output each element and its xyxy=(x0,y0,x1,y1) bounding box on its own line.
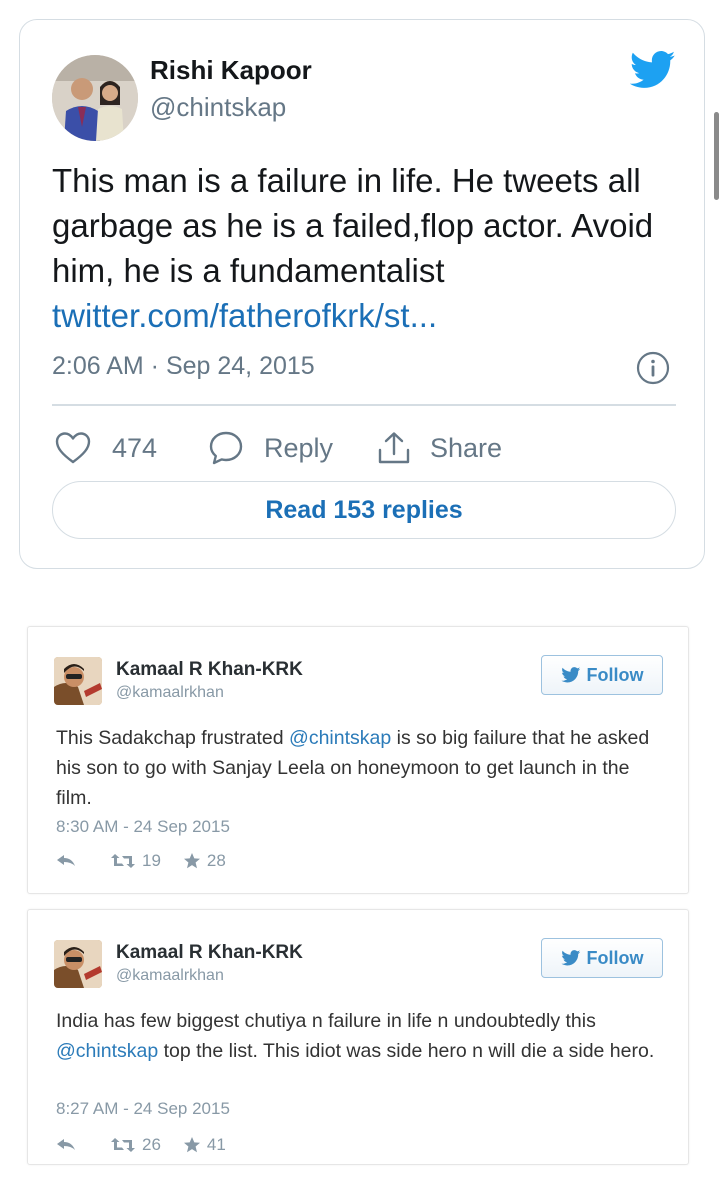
mention-link[interactable]: @chintskap xyxy=(56,1040,158,1062)
author-handle[interactable]: @kamaalrkhan xyxy=(116,967,224,985)
retweet-icon xyxy=(111,1138,135,1152)
tweet-actions: 26 41 xyxy=(56,1135,226,1155)
mention-link[interactable]: @chintskap xyxy=(289,727,391,749)
reply-arrow-icon[interactable] xyxy=(56,854,76,868)
author-name[interactable]: Kamaal R Khan-KRK xyxy=(116,659,303,681)
share-button[interactable]: Share xyxy=(376,426,502,470)
follow-label: Follow xyxy=(586,947,644,968)
author-handle[interactable]: @chintskap xyxy=(150,92,286,123)
tweet-text-start: India has few biggest chutiya n failure … xyxy=(56,1010,596,1032)
author-name[interactable]: Rishi Kapoor xyxy=(150,55,312,86)
follow-button[interactable]: Follow xyxy=(541,655,663,695)
author-name[interactable]: Kamaal R Khan-KRK xyxy=(116,942,303,964)
reply-label: Reply xyxy=(264,432,334,463)
tweet-text: This man is a failure in life. He tweets… xyxy=(52,162,654,289)
divider xyxy=(52,404,676,406)
like-button[interactable]: 474 xyxy=(54,426,157,470)
tweet-text-start: This Sadakchap frustrated xyxy=(56,727,290,749)
tweet-text: India has few biggest chutiya n failure … xyxy=(56,1006,666,1066)
tweet-text-end: top the list. This idiot was side hero n… xyxy=(158,1040,655,1062)
retweet-icon xyxy=(111,854,135,868)
twitter-bird-icon xyxy=(560,950,580,966)
author-avatar[interactable] xyxy=(52,55,138,141)
reply-bubble-icon[interactable] xyxy=(208,430,244,466)
retweet-button[interactable]: 19 xyxy=(110,851,161,871)
read-replies-button[interactable]: Read 153 replies xyxy=(52,481,676,539)
star-icon xyxy=(183,1137,200,1153)
author-handle[interactable]: @kamaalrkhan xyxy=(116,684,224,702)
retweet-count: 19 xyxy=(142,851,161,870)
retweet-button[interactable]: 26 xyxy=(110,1135,161,1155)
retweet-count: 26 xyxy=(142,1135,161,1154)
tweet-timestamp[interactable]: 2:06 AM · Sep 24, 2015 xyxy=(52,352,315,381)
scrollbar[interactable] xyxy=(714,112,719,200)
twitter-bird-icon xyxy=(560,667,580,683)
favorite-count: 41 xyxy=(206,1135,226,1154)
favorite-button[interactable]: 41 xyxy=(183,1135,226,1155)
heart-icon[interactable] xyxy=(54,431,92,465)
reply-button[interactable]: Reply xyxy=(208,426,333,470)
embedded-tweet: Kamaal R Khan-KRK @kamaalrkhan Follow Th… xyxy=(27,626,689,894)
star-icon xyxy=(183,853,200,869)
tweet-actions: 19 28 xyxy=(56,851,226,871)
info-icon[interactable] xyxy=(636,351,670,385)
embedded-tweet: Kamaal R Khan-KRK @kamaalrkhan Follow In… xyxy=(27,909,689,1165)
follow-button[interactable]: Follow xyxy=(541,938,663,978)
reply-arrow-icon[interactable] xyxy=(56,1138,76,1152)
share-label: Share xyxy=(430,432,503,463)
favorite-button[interactable]: 28 xyxy=(183,851,226,871)
share-icon[interactable] xyxy=(376,430,412,466)
favorite-count: 28 xyxy=(206,851,226,870)
like-count: 474 xyxy=(112,432,158,463)
tweet-link[interactable]: twitter.com/fatherofkrk/st... xyxy=(52,293,437,338)
tweet-text: This Sadakchap frustrated @chintskap is … xyxy=(56,723,666,813)
author-avatar[interactable] xyxy=(54,657,102,705)
twitter-bird-icon[interactable] xyxy=(629,50,676,90)
tweet-timestamp[interactable]: 8:27 AM - 24 Sep 2015 xyxy=(56,1099,230,1119)
tweet-timestamp[interactable]: 8:30 AM - 24 Sep 2015 xyxy=(56,817,230,837)
follow-label: Follow xyxy=(586,664,644,685)
tweet-card[interactable]: Rishi Kapoor @chintskap This man is a fa… xyxy=(19,19,705,569)
author-avatar[interactable] xyxy=(54,940,102,988)
